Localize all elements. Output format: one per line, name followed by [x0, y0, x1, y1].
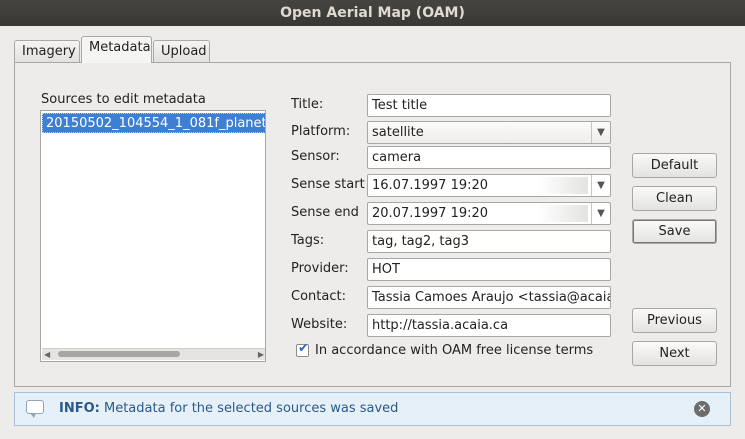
sense-start-label: Sense start	[291, 177, 365, 192]
oam-dialog: Open Aerial Map (OAM) Imagery Metadata U…	[0, 0, 745, 439]
chevron-down-icon[interactable]: ▼	[591, 203, 610, 224]
provider-label: Provider:	[291, 261, 349, 276]
license-checkbox[interactable]: ✔	[296, 341, 309, 357]
close-icon[interactable]: ✕	[694, 401, 710, 417]
window-title: Open Aerial Map (OAM)	[0, 0, 745, 26]
previous-button[interactable]: Previous	[632, 308, 717, 333]
website-label: Website:	[291, 317, 348, 332]
sense-end-label: Sense end	[291, 205, 359, 220]
save-button[interactable]: Save	[632, 219, 717, 244]
info-message: INFO: Metadata for the selected sources …	[59, 393, 398, 425]
sensor-field[interactable]: camera	[367, 146, 611, 169]
sources-list[interactable]: 20150502_104554_1_081f_planet_ortho.tif …	[40, 110, 266, 362]
tags-field[interactable]: tag, tag2, tag3	[367, 230, 611, 253]
tab-upload[interactable]: Upload	[153, 40, 210, 62]
sense-start-value: 16.07.1997 19:20	[372, 178, 489, 193]
info-bar: INFO: Metadata for the selected sources …	[14, 392, 731, 426]
fade-overlay	[538, 205, 588, 222]
license-label[interactable]: In accordance with OAM free license term…	[315, 343, 593, 358]
provider-field[interactable]: HOT	[367, 258, 611, 281]
clean-button[interactable]: Clean	[632, 186, 717, 211]
next-button[interactable]: Next	[632, 341, 717, 366]
sensor-label: Sensor:	[291, 149, 340, 164]
speech-bubble-icon	[26, 400, 44, 418]
chevron-down-icon[interactable]: ▼	[591, 122, 610, 143]
info-text: Metadata for the selected sources was sa…	[104, 401, 399, 416]
scroll-right-icon[interactable]: ▶	[258, 349, 264, 360]
platform-value: satellite	[372, 125, 424, 140]
horizontal-scrollbar[interactable]: ◀ ▶	[42, 348, 265, 360]
sense-start-picker[interactable]: 16.07.1997 19:20 ▼	[367, 174, 611, 197]
chevron-down-icon[interactable]: ▼	[591, 175, 610, 196]
platform-select[interactable]: satellite ▼	[367, 121, 611, 144]
list-item[interactable]: 20150502_104554_1_081f_planet_ortho.tif	[42, 113, 265, 133]
platform-label: Platform:	[291, 124, 351, 139]
sources-heading: Sources to edit metadata	[41, 92, 206, 107]
title-field[interactable]: Test title	[367, 94, 611, 117]
sense-end-picker[interactable]: 20.07.1997 19:20 ▼	[367, 202, 611, 225]
website-field[interactable]: http://tassia.acaia.ca	[367, 314, 611, 337]
info-prefix: INFO:	[59, 401, 100, 416]
default-button[interactable]: Default	[632, 153, 717, 178]
fade-overlay	[538, 177, 588, 194]
title-label: Title:	[291, 97, 324, 112]
contact-label: Contact:	[291, 289, 346, 304]
tags-label: Tags:	[291, 233, 325, 248]
scroll-left-icon[interactable]: ◀	[44, 349, 50, 360]
contact-field[interactable]: Tassia Camoes Araujo <tassia@acaia.ca>	[367, 286, 611, 309]
sense-end-value: 20.07.1997 19:20	[372, 206, 489, 221]
tab-metadata[interactable]: Metadata	[81, 36, 152, 63]
scrollbar-thumb[interactable]	[58, 351, 180, 357]
tab-imagery[interactable]: Imagery	[14, 40, 80, 62]
checkmark-icon: ✔	[298, 341, 309, 356]
